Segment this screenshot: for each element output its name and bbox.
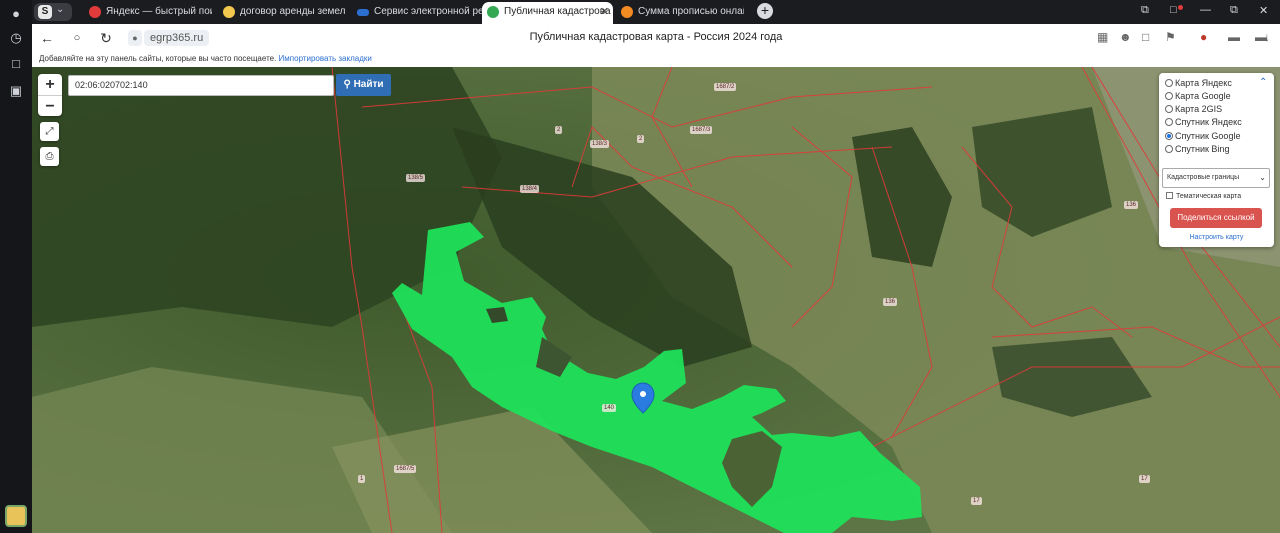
plot-label[interactable]: 136 — [883, 298, 898, 306]
new-tab-button[interactable]: + — [757, 3, 773, 19]
tab-lease-contract[interactable]: договор аренды земельн — [218, 2, 346, 24]
extension-avatar-icon[interactable]: ● — [1200, 30, 1207, 44]
layer-label: Карта Яндекс — [1175, 78, 1232, 88]
layer-label: Спутник Яндекс — [1175, 117, 1242, 127]
import-bookmarks-link[interactable]: Импортировать закладки — [279, 54, 372, 63]
plot-label[interactable]: 138/5 — [406, 174, 426, 182]
browser-toolbar: ← ○ ↻ ● egrp365.ru Публичная кадастровая… — [32, 24, 1280, 52]
minimize-icon[interactable]: — — [1200, 4, 1211, 16]
tab-sum-in-words[interactable]: Сумма прописью онлайн — [616, 2, 744, 24]
tab-label: Сервис электронной реги — [374, 6, 484, 17]
radio-icon[interactable] — [1165, 105, 1173, 113]
download-icon[interactable]: ↓ — [1264, 30, 1270, 44]
plot-label[interactable]: 1687/5 — [394, 465, 417, 473]
share-link-button[interactable]: Поделиться ссылкой — [1170, 208, 1262, 228]
tab-label: договор аренды земельн — [240, 6, 346, 17]
radio-icon[interactable] — [1165, 79, 1173, 87]
screenshot-icon[interactable]: ▣ — [7, 82, 25, 100]
close-window-icon[interactable]: ✕ — [1259, 4, 1268, 17]
bookmark-icon[interactable]: □ — [1170, 4, 1177, 16]
tab-cadastral-map[interactable]: Публичная кадастрова ✕ — [482, 2, 613, 24]
tabs-overview-icon[interactable]: ⧉ — [1141, 4, 1149, 17]
check-favicon-icon — [487, 6, 499, 18]
plot-label[interactable]: 140 — [602, 404, 617, 412]
profile-icon[interactable]: ● — [7, 5, 25, 23]
extensions-icon[interactable]: ▦ — [1097, 30, 1108, 44]
layer-option[interactable]: Карта Google — [1165, 91, 1231, 102]
plot-label[interactable]: 1 — [358, 475, 366, 483]
layer-option[interactable]: Карта 2GIS — [1165, 104, 1222, 115]
layer-label: Карта Google — [1175, 91, 1231, 101]
tab-label: Яндекс — быстрый поиск — [106, 6, 212, 17]
sidebar-app-icon[interactable] — [5, 505, 27, 527]
overlay-select-value: Кадастровые границы — [1167, 174, 1240, 181]
radio-icon[interactable] — [1165, 132, 1173, 140]
search-icon: ⚲ — [343, 79, 351, 90]
print-icon[interactable]: ⎙ — [40, 147, 59, 166]
map-canvas[interactable]: 1687/2 1687/3 138/3 138/4 138/5 2 2 136 … — [32, 67, 1280, 533]
plot-label[interactable]: 2 — [555, 126, 563, 134]
fullscreen-icon[interactable]: ⤢ — [40, 122, 59, 141]
plot-label[interactable]: 136 — [1124, 201, 1139, 209]
collapse-chevron-icon[interactable]: ⌃ — [1259, 77, 1267, 88]
plot-label[interactable]: 138/3 — [590, 140, 610, 148]
layer-label: Спутник Google — [1175, 131, 1241, 141]
tab-label: Сумма прописью онлайн — [638, 6, 744, 17]
tab-e-registration[interactable]: Сервис электронной реги — [352, 2, 484, 24]
page-title: Публичная кадастровая карта - Россия 202… — [529, 31, 783, 43]
reader-icon[interactable]: ▬ — [1228, 30, 1240, 44]
translate-icon[interactable]: □ — [1142, 30, 1149, 44]
services-icon[interactable]: □ — [7, 55, 25, 73]
lightbulb-favicon-icon — [223, 6, 235, 18]
layer-option[interactable]: Спутник Яндекс — [1165, 117, 1242, 128]
check-orange-favicon-icon — [621, 6, 633, 18]
thematic-map-checkbox[interactable]: Тематическая карта — [1166, 192, 1241, 200]
history-icon[interactable]: ◷ — [7, 29, 25, 47]
satellite-layer — [32, 67, 1280, 533]
chevron-down-icon: ⌄ — [56, 4, 65, 15]
plot-label[interactable]: 1687/3 — [690, 126, 713, 134]
yandex-favicon-icon — [89, 6, 101, 18]
plot-label[interactable]: 138/4 — [520, 185, 540, 193]
bookmarks-bar: Добавляйте на эту панель сайты, которые … — [32, 52, 1280, 67]
radio-icon[interactable] — [1165, 145, 1173, 153]
overlay-select[interactable]: Кадастровые границы ⌄ — [1162, 168, 1270, 188]
zoom-in-button[interactable]: + — [38, 74, 62, 95]
cadastral-number-input[interactable]: 02:06:020702:140 — [68, 75, 334, 96]
layer-label: Карта 2GIS — [1175, 104, 1223, 114]
map-layers-panel: ⌃ Карта Яндекс Карта Google Карта 2GIS С… — [1159, 73, 1274, 247]
tab-yandex[interactable]: Яндекс — быстрый поиск — [84, 2, 212, 24]
layer-option[interactable]: Спутник Bing — [1165, 144, 1229, 155]
tab-label: Публичная кадастрова — [504, 6, 611, 17]
radio-icon[interactable] — [1165, 92, 1173, 100]
cloud-favicon-icon — [357, 9, 369, 16]
configure-map-link[interactable]: Настроить карту — [1159, 234, 1274, 241]
radio-icon[interactable] — [1165, 118, 1173, 126]
layer-label: Спутник Bing — [1175, 144, 1230, 154]
find-button[interactable]: ⚲ Найти — [336, 74, 391, 96]
plot-label[interactable]: 1687/2 — [714, 83, 737, 91]
thematic-map-label: Тематическая карта — [1176, 193, 1242, 200]
restore-icon[interactable]: ⧉ — [1230, 4, 1238, 17]
notification-dot — [1178, 5, 1183, 10]
browser-sidebar: ● ◷ □ ▣ — [0, 0, 32, 533]
tab-strip: S ⌄ Яндекс — быстрый поиск договор аренд… — [32, 0, 1280, 24]
browser-menu-button[interactable]: S ⌄ — [34, 3, 72, 21]
checkbox-icon[interactable] — [1166, 192, 1173, 199]
headphones-icon[interactable]: ☻ — [1119, 30, 1132, 44]
layer-option[interactable]: Карта Яндекс — [1165, 78, 1232, 89]
zoom-control: + − — [38, 74, 62, 116]
layer-option-selected[interactable]: Спутник Google — [1165, 131, 1240, 142]
plot-label[interactable]: 17 — [1139, 475, 1150, 483]
zoom-out-button[interactable]: − — [38, 95, 62, 116]
chevron-down-icon: ⌄ — [1259, 173, 1266, 182]
find-button-label: Найти — [353, 79, 384, 90]
bookmarks-hint-text: Добавляйте на эту панель сайты, которые … — [39, 54, 277, 63]
plot-label[interactable]: 17 — [971, 497, 982, 505]
bookmark-flag-icon[interactable]: ⚑ — [1165, 30, 1176, 44]
plot-label[interactable]: 2 — [637, 135, 645, 143]
close-tab-icon[interactable]: ✕ — [600, 2, 609, 22]
browser-logo-icon: S — [38, 5, 52, 19]
